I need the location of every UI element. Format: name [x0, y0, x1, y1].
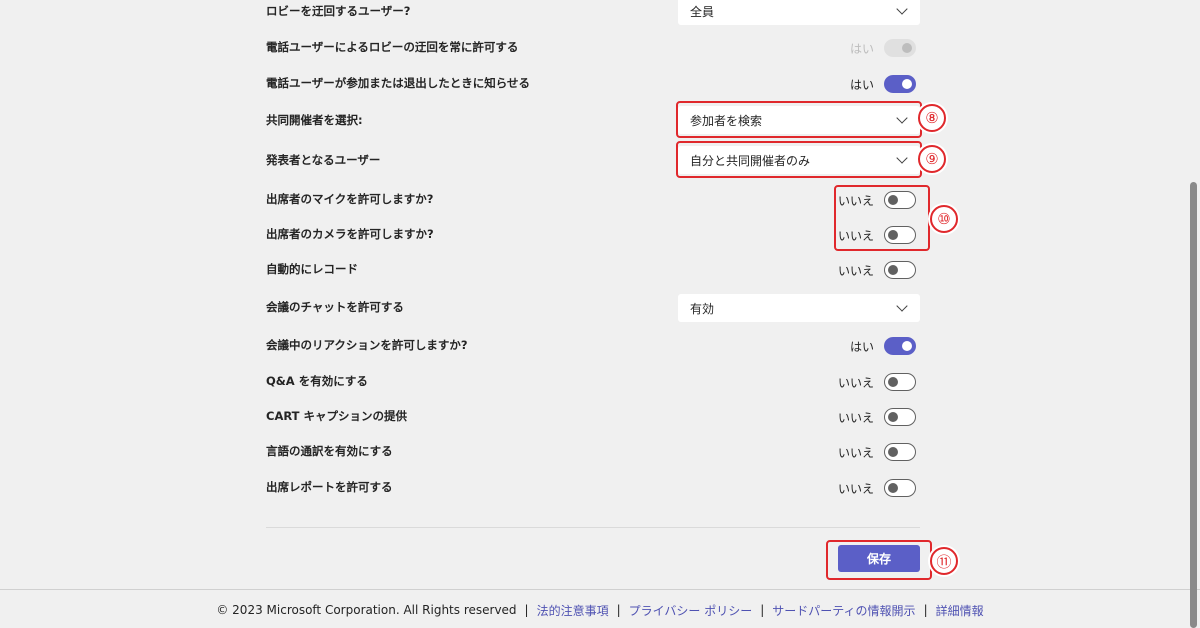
- phone-bypass-toggle-group: はい: [850, 38, 916, 58]
- lobby-bypass-label: ロビーを迂回するユーザー?: [266, 4, 411, 18]
- vertical-scrollbar[interactable]: [1190, 0, 1198, 628]
- cart-row: CART キャプションの提供: [266, 401, 920, 431]
- toggle-knob: [888, 447, 898, 457]
- interpretation-toggle[interactable]: [884, 443, 916, 461]
- footer-separator: |: [923, 603, 928, 617]
- interpretation-state: いいえ: [837, 445, 874, 460]
- allow-camera-row: 出席者のカメラを許可しますか?: [266, 219, 920, 249]
- presenters-label: 発表者となるユーザー: [266, 153, 381, 167]
- annotation-box-8: [676, 101, 922, 138]
- qna-toggle-group: いいえ: [838, 372, 916, 392]
- copyright-text: © 2023 Microsoft Corporation. All Rights…: [216, 603, 517, 617]
- lobby-bypass-value: 全員: [690, 4, 715, 19]
- phone-bypass-toggle[interactable]: [884, 39, 916, 57]
- attendance-row: 出席レポートを許可する: [266, 472, 920, 502]
- cart-toggle[interactable]: [884, 408, 916, 426]
- privacy-policy-link[interactable]: プライバシー ポリシー: [629, 602, 753, 619]
- scrollbar-thumb[interactable]: [1190, 182, 1197, 628]
- attendance-toggle-group: いいえ: [838, 478, 916, 498]
- phone-notify-state: はい: [849, 77, 874, 92]
- qna-label: Q&A を有効にする: [266, 374, 368, 388]
- auto-record-row: 自動的にレコード: [266, 254, 920, 284]
- annotation-box-9: [676, 141, 922, 178]
- meeting-chat-value: 有効: [690, 301, 715, 316]
- phone-bypass-state: はい: [849, 41, 874, 56]
- footer-separator: |: [616, 603, 621, 617]
- auto-record-toggle-group: いいえ: [838, 260, 916, 280]
- reactions-toggle[interactable]: [884, 337, 916, 355]
- footer-divider: [0, 589, 1200, 590]
- auto-record-state: いいえ: [837, 263, 874, 278]
- phone-notify-row: 電話ユーザーが参加または退出したときに知らせる: [266, 68, 920, 98]
- allow-mic-row: 出席者のマイクを許可しますか?: [266, 184, 920, 214]
- legal-notice-link[interactable]: 法的注意事項: [537, 602, 609, 619]
- phone-notify-toggle-group: はい: [850, 74, 916, 94]
- reactions-row: 会議中のリアクションを許可しますか?: [266, 330, 920, 360]
- toggle-knob: [902, 79, 912, 89]
- interpretation-row: 言語の通訳を有効にする: [266, 436, 920, 466]
- cart-toggle-group: いいえ: [838, 407, 916, 427]
- annotation-box-11: [826, 540, 932, 580]
- annotation-badge-9: ⑨: [918, 145, 946, 173]
- toggle-knob: [888, 265, 898, 275]
- attendance-state: いいえ: [837, 481, 874, 496]
- reactions-label: 会議中のリアクションを許可しますか?: [266, 338, 468, 352]
- meeting-options-page: ロビーを迂回するユーザー? 全員 電話ユーザーによるロビーの迂回を常に許可する …: [0, 0, 1200, 628]
- annotation-badge-8: ⑧: [918, 104, 946, 132]
- phone-notify-label: 電話ユーザーが参加または退出したときに知らせる: [266, 76, 531, 90]
- cart-label: CART キャプションの提供: [266, 409, 408, 423]
- phone-bypass-row: 電話ユーザーによるロビーの迂回を常に許可する: [266, 32, 920, 62]
- phone-bypass-label: 電話ユーザーによるロビーの迂回を常に許可する: [266, 40, 519, 54]
- cart-state: いいえ: [837, 410, 874, 425]
- toggle-knob: [902, 341, 912, 351]
- toggle-knob: [888, 483, 898, 493]
- toggle-knob: [888, 377, 898, 387]
- divider: [266, 527, 920, 528]
- third-party-disclosure-link[interactable]: サードパーティの情報開示: [772, 602, 915, 619]
- reactions-state: はい: [849, 339, 874, 354]
- toggle-knob: [888, 412, 898, 422]
- footer-separator: |: [524, 603, 529, 617]
- auto-record-label: 自動的にレコード: [266, 262, 358, 276]
- chevron-down-icon: [896, 3, 908, 15]
- allow-camera-label: 出席者のカメラを許可しますか?: [266, 227, 434, 241]
- meeting-chat-dropdown[interactable]: 有効: [678, 294, 920, 322]
- interpretation-toggle-group: いいえ: [838, 442, 916, 462]
- interpretation-label: 言語の通訳を有効にする: [266, 444, 393, 458]
- co-organizers-label: 共同開催者を選択:: [266, 113, 363, 127]
- phone-notify-toggle[interactable]: [884, 75, 916, 93]
- attendance-toggle[interactable]: [884, 479, 916, 497]
- chevron-down-icon: [896, 300, 908, 312]
- attendance-label: 出席レポートを許可する: [266, 480, 393, 494]
- meeting-chat-label: 会議のチャットを許可する: [266, 300, 404, 314]
- qna-row: Q&A を有効にする: [266, 366, 920, 396]
- lobby-bypass-dropdown[interactable]: 全員: [678, 0, 920, 25]
- more-info-link[interactable]: 詳細情報: [936, 602, 984, 619]
- auto-record-toggle[interactable]: [884, 261, 916, 279]
- allow-mic-label: 出席者のマイクを許可しますか?: [266, 192, 434, 206]
- reactions-toggle-group: はい: [850, 336, 916, 356]
- annotation-badge-10: ⑩: [930, 205, 958, 233]
- annotation-box-10: [834, 185, 930, 251]
- qna-state: いいえ: [837, 375, 874, 390]
- footer: © 2023 Microsoft Corporation. All Rights…: [0, 600, 1200, 620]
- footer-separator: |: [760, 603, 765, 617]
- qna-toggle[interactable]: [884, 373, 916, 391]
- annotation-badge-11: ⑪: [930, 547, 958, 575]
- toggle-knob: [902, 43, 912, 53]
